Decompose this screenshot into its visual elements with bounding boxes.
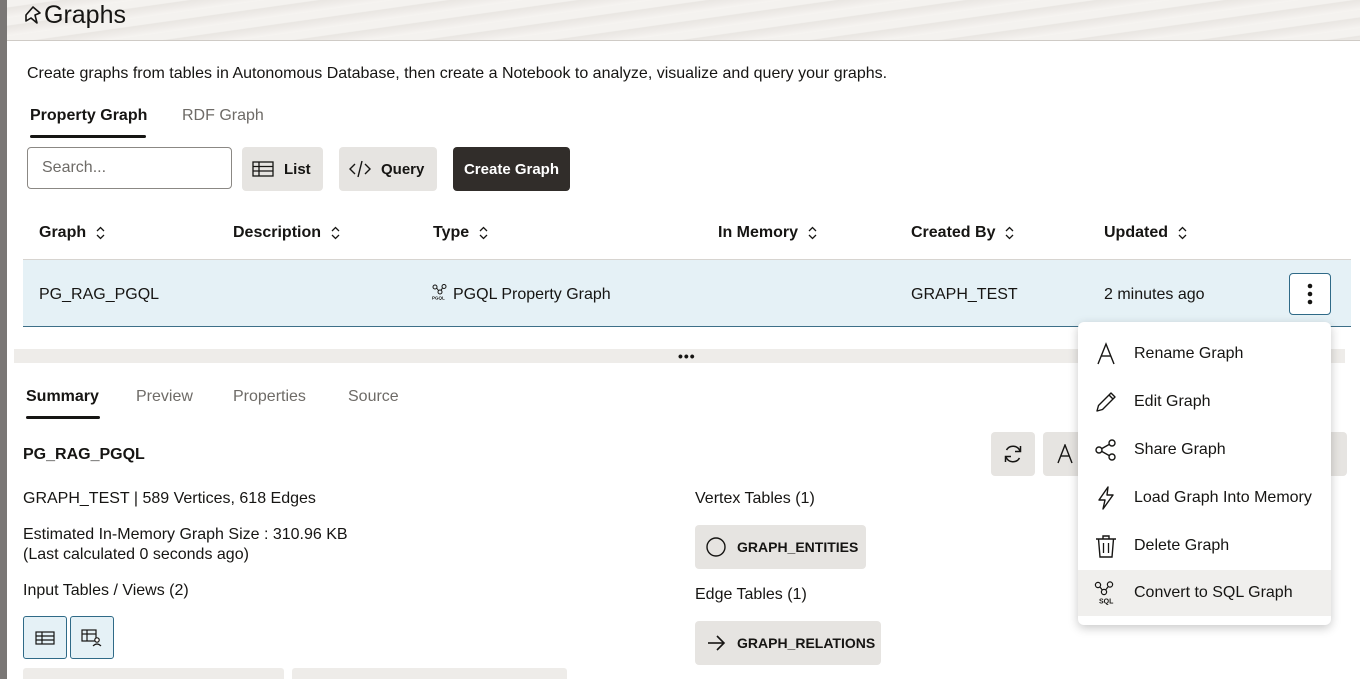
menu-item-convert-to-sql-graph[interactable]: SQL Convert to SQL Graph xyxy=(1078,570,1331,616)
splitter-handle-icon[interactable]: ••• xyxy=(678,349,696,363)
refresh-icon xyxy=(1004,445,1022,463)
menu-item-edit-graph[interactable]: Edit Graph xyxy=(1078,379,1331,425)
pgql-graph-icon: PGQL xyxy=(432,284,447,301)
tab-rdf-graph[interactable]: RDF Graph xyxy=(182,106,264,126)
tab-properties[interactable]: Properties xyxy=(233,387,306,407)
pencil-icon xyxy=(1096,392,1116,412)
refresh-button[interactable] xyxy=(991,432,1035,476)
calculated-time: (Last calculated 0 seconds ago) xyxy=(23,546,249,563)
tab-summary[interactable]: Summary xyxy=(26,387,99,407)
sort-icon xyxy=(1178,226,1187,240)
graph-name-heading: PG_RAG_PGQL xyxy=(23,446,145,463)
column-header-type[interactable]: Type xyxy=(433,223,488,243)
tab-preview[interactable]: Preview xyxy=(136,387,193,407)
list-label: List xyxy=(284,160,311,178)
search-input[interactable] xyxy=(27,147,232,189)
sort-icon xyxy=(479,226,488,240)
share-icon xyxy=(1095,439,1116,461)
input-tables-label: Input Tables / Views (2) xyxy=(23,582,189,599)
row-actions-button[interactable] xyxy=(1289,273,1331,315)
more-vertical-icon xyxy=(1307,283,1313,305)
create-graph-button[interactable]: Create Graph xyxy=(453,147,570,191)
input-view-card[interactable] xyxy=(292,668,567,679)
sort-icon xyxy=(1006,226,1014,240)
edge-table-chip[interactable]: GRAPH_RELATIONS xyxy=(695,621,881,665)
trash-icon xyxy=(1096,535,1116,558)
menu-item-delete-graph[interactable]: Delete Graph xyxy=(1078,523,1331,569)
column-header-updated[interactable]: Updated xyxy=(1104,223,1187,243)
graph-size: Estimated In-Memory Graph Size : 310.96 … xyxy=(23,526,348,543)
svg-text:PGQL: PGQL xyxy=(432,296,445,301)
input-table-card[interactable] xyxy=(23,668,284,679)
cell-updated: 2 minutes ago xyxy=(1104,286,1205,303)
column-header-graph[interactable]: Graph xyxy=(39,223,105,243)
rename-icon xyxy=(1057,444,1073,464)
edge-tables-label: Edge Tables (1) xyxy=(695,586,807,603)
menu-item-rename-graph[interactable]: Rename Graph xyxy=(1078,331,1331,377)
sort-icon xyxy=(808,226,817,240)
page-header xyxy=(7,0,1360,40)
tab-source[interactable]: Source xyxy=(348,387,399,407)
table-view-icon xyxy=(81,628,102,646)
row-actions-menu: Rename Graph Edit Graph Share Graph Load… xyxy=(1078,322,1331,625)
graphs-logo-icon xyxy=(25,6,41,24)
sort-icon xyxy=(331,226,340,240)
vertex-table-chip[interactable]: GRAPH_ENTITIES xyxy=(695,525,866,569)
list-view-button[interactable]: List xyxy=(242,147,323,191)
vertex-tables-label: Vertex Tables (1) xyxy=(695,490,815,507)
arrow-right-icon xyxy=(708,635,726,651)
table-icon xyxy=(252,161,274,177)
menu-item-load-graph-into-memory[interactable]: Load Graph Into Memory xyxy=(1078,475,1331,521)
views-view-toggle[interactable] xyxy=(70,616,114,659)
menu-item-share-graph[interactable]: Share Graph xyxy=(1078,427,1331,473)
sort-icon xyxy=(96,226,105,240)
page-title: Graphs xyxy=(44,1,126,29)
intro-text: Create graphs from tables in Autonomous … xyxy=(27,65,888,82)
owner-stats: GRAPH_TEST | 589 Vertices, 618 Edges xyxy=(23,490,316,507)
left-edge-bar xyxy=(0,0,7,679)
code-icon xyxy=(349,160,371,178)
vertex-circle-icon xyxy=(706,537,726,557)
sql-graph-icon: SQL xyxy=(1094,581,1114,606)
column-header-description[interactable]: Description xyxy=(233,223,340,243)
cell-created-by: GRAPH_TEST xyxy=(911,286,1018,303)
cell-graph-name: PG_RAG_PGQL xyxy=(39,286,160,303)
query-label: Query xyxy=(381,160,425,178)
tab-property-graph[interactable]: Property Graph xyxy=(30,106,147,126)
rename-icon xyxy=(1097,342,1115,365)
column-header-created-by[interactable]: Created By xyxy=(911,223,1014,243)
svg-text:SQL: SQL xyxy=(1099,599,1114,606)
query-button[interactable]: Query xyxy=(339,147,437,191)
tables-view-toggle[interactable] xyxy=(23,616,67,659)
column-header-in-memory[interactable]: In Memory xyxy=(718,223,817,243)
cell-type: PGQL Property Graph xyxy=(453,286,611,303)
lightning-icon xyxy=(1098,486,1114,510)
table-icon xyxy=(35,630,55,645)
